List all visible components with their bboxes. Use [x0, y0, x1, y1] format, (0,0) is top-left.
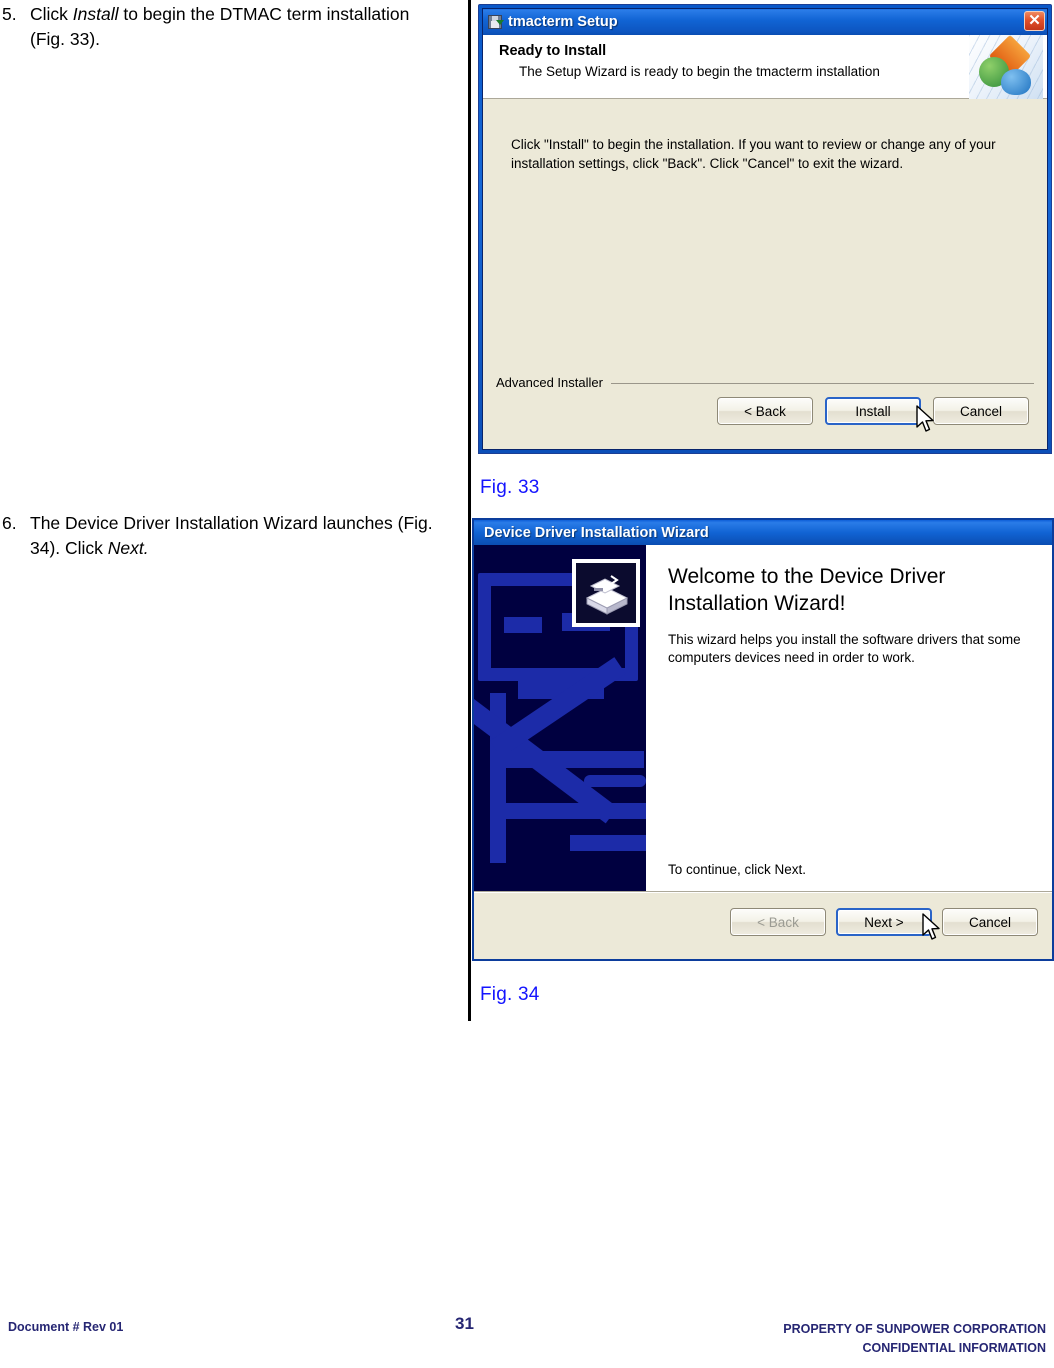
dialog-header-banner: Ready to Install The Setup Wizard is rea…	[483, 35, 1047, 99]
step-number: 5.	[2, 4, 17, 24]
wizard-footer: < Back Next > Cancel	[474, 892, 1052, 958]
document-page: 5. Click Install to begin the DTMAC term…	[0, 0, 1054, 1368]
branding-row: Advanced Installer	[496, 375, 1034, 390]
footer-confidentiality-notice: PROPERTY OF SUNPOWER CORPORATION CONFIDE…	[783, 1320, 1046, 1358]
back-button[interactable]: < Back	[717, 397, 813, 425]
dialog-title-bar[interactable]: Device Driver Installation Wizard	[474, 520, 1052, 545]
wizard-description: This wizard helps you install the softwa…	[668, 632, 1021, 665]
figure-34-caption: Fig. 34	[480, 984, 540, 1005]
step-segment-emphasis: Next.	[107, 538, 149, 558]
wizard-main-area: Welcome to the Device Driver Installatio…	[474, 545, 1052, 892]
page-footer: Document # Rev 01 31 PROPERTY OF SUNPOWE…	[0, 1310, 1054, 1362]
cancel-button[interactable]: Cancel	[933, 397, 1029, 425]
back-button[interactable]: < Back	[730, 908, 826, 936]
wizard-sidebar-graphic	[474, 545, 646, 891]
driver-package-icon	[572, 559, 640, 627]
column-divider-rule	[468, 0, 471, 1021]
next-button[interactable]: Next >	[836, 908, 932, 936]
dialog-body-text: Click "Install" to begin the installatio…	[511, 137, 996, 171]
step-item-6: 6. The Device Driver Installation Wizard…	[0, 511, 466, 561]
dialog-footer: Advanced Installer < Back Install Cancel	[483, 367, 1047, 449]
step-text: Click Install to begin the DTMAC term in…	[30, 2, 440, 52]
step-item-5: 5. Click Install to begin the DTMAC term…	[0, 2, 440, 52]
welcome-line-1: Welcome to the Device Driver	[668, 565, 946, 588]
close-icon[interactable]: ✕	[1024, 11, 1045, 31]
device-driver-wizard-dialog[interactable]: Device Driver Installation Wizard Welcom…	[472, 518, 1054, 961]
cancel-button[interactable]: Cancel	[942, 908, 1038, 936]
step-text: The Device Driver Installation Wizard la…	[30, 511, 466, 561]
step-segment-emphasis: Install	[72, 4, 119, 24]
advanced-installer-logo-icon	[969, 35, 1043, 99]
header-title: Ready to Install	[499, 43, 607, 59]
wizard-button-row: < Back Next > Cancel	[730, 908, 1038, 936]
dialog-title-text: Device Driver Installation Wizard	[484, 524, 709, 541]
dialog-inner-frame: tmacterm Setup ✕ Ready to Install The Se…	[482, 8, 1048, 450]
figure-33-caption: Fig. 33	[480, 477, 540, 498]
step-number: 6.	[2, 513, 17, 533]
dialog-title-bar[interactable]: tmacterm Setup ✕	[483, 9, 1047, 35]
header-subtitle: The Setup Wizard is ready to begin the t…	[519, 64, 880, 79]
wizard-welcome-heading: Welcome to the Device Driver Installatio…	[668, 563, 1030, 617]
wizard-continue-hint: To continue, click Next.	[668, 862, 807, 877]
step-segment: The Device Driver Installation Wizard la…	[30, 513, 433, 558]
tmacterm-setup-dialog[interactable]: tmacterm Setup ✕ Ready to Install The Se…	[478, 4, 1052, 454]
welcome-line-2: Installation Wizard!	[668, 592, 846, 615]
footer-confidential-line: CONFIDENTIAL INFORMATION	[862, 1341, 1046, 1355]
installer-disk-icon	[487, 14, 504, 30]
footer-document-id: Document # Rev 01	[8, 1320, 124, 1334]
install-button[interactable]: Install	[825, 397, 921, 425]
dialog-button-row: < Back Install Cancel	[717, 397, 1029, 425]
step-segment: Click	[30, 4, 73, 24]
wizard-content-pane: Welcome to the Device Driver Installatio…	[646, 545, 1052, 891]
branding-divider	[610, 383, 1034, 384]
footer-page-number: 31	[455, 1314, 474, 1333]
branding-label: Advanced Installer	[496, 375, 603, 390]
dialog-title-text: tmacterm Setup	[508, 13, 618, 30]
footer-property-line: PROPERTY OF SUNPOWER CORPORATION	[783, 1322, 1046, 1336]
